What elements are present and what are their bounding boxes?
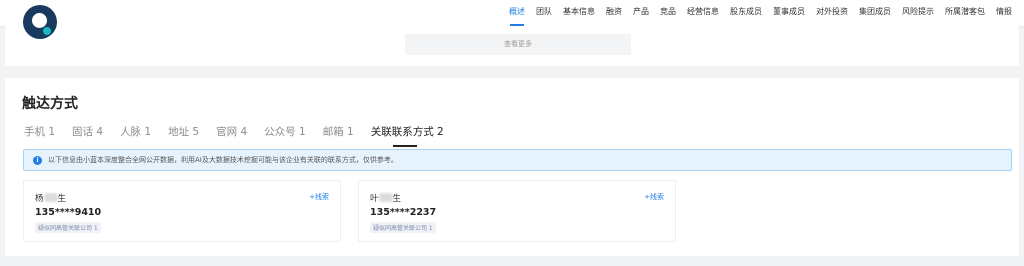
info-notice: i 以下信息由小蓝本深度整合全网公开数据，利用AI及大数据技术挖掘可能与该企业有… — [23, 149, 1012, 171]
tab-connections[interactable]: 人脉 1 — [120, 124, 151, 142]
nav-risk-alerts[interactable]: 风险提示 — [902, 0, 934, 26]
contact-tabs: 手机 1 固话 4 人脉 1 地址 5 官网 4 公众号 1 邮箱 1 关联联系… — [24, 124, 461, 147]
tab-mobile[interactable]: 手机 1 — [24, 124, 55, 142]
view-more-button[interactable]: 查看更多 — [405, 34, 631, 55]
contact-name-prefix: 杨 — [35, 194, 44, 204]
contact-name: 叶生 — [370, 192, 401, 204]
contact-card: 叶生 135****2237 疑似同高管关联公司 1 +线索 — [358, 180, 676, 242]
masked-name — [43, 193, 58, 202]
contact-phone: 135****2237 — [370, 207, 437, 218]
nav-products[interactable]: 产品 — [633, 0, 649, 26]
contact-name: 杨生 — [35, 192, 66, 204]
tab-website[interactable]: 官网 4 — [216, 124, 247, 142]
contact-name-prefix: 叶 — [370, 194, 379, 204]
nav-shareholders[interactable]: 股东成员 — [730, 0, 762, 26]
section-title: 触达方式 — [22, 96, 78, 112]
contact-name-suffix: 生 — [392, 194, 402, 204]
tab-wechat-account[interactable]: 公众号 1 — [264, 124, 306, 142]
contact-name-suffix: 生 — [57, 194, 67, 204]
nav-competitors[interactable]: 竞品 — [660, 0, 676, 26]
add-lead-button[interactable]: +线索 — [309, 192, 329, 202]
logo-ring-inner — [32, 13, 47, 28]
contact-phone: 135****9410 — [35, 207, 102, 218]
nav-lead-packages[interactable]: 所属潜客包 — [945, 0, 985, 26]
relation-badge[interactable]: 疑似同高管关联公司 1 — [35, 222, 101, 233]
nav-business-info[interactable]: 经营信息 — [687, 0, 719, 26]
nav-group-members[interactable]: 集团成员 — [859, 0, 891, 26]
notice-text: 以下信息由小蓝本深度整合全网公开数据，利用AI及大数据技术挖掘可能与该企业有关联… — [48, 156, 398, 164]
tab-related-contacts[interactable]: 关联联系方式 2 — [371, 124, 444, 147]
info-icon: i — [33, 155, 42, 165]
add-lead-button[interactable]: +线索 — [644, 192, 664, 202]
relation-badge[interactable]: 疑似同高管关联公司 1 — [370, 222, 436, 233]
nav-overview[interactable]: 概述 — [509, 0, 525, 26]
section-nav: 概述 团队 基本信息 融资 产品 竞品 经营信息 股东成员 董事成员 对外投资 … — [498, 0, 1012, 26]
tab-landline[interactable]: 固话 4 — [72, 124, 103, 142]
logo-dot — [43, 27, 51, 35]
company-logo[interactable] — [23, 5, 57, 39]
contact-card: 杨生 135****9410 疑似同高管关联公司 1 +线索 — [23, 180, 341, 242]
nav-team[interactable]: 团队 — [536, 0, 552, 26]
tab-address[interactable]: 地址 5 — [168, 124, 199, 142]
nav-directors[interactable]: 董事成员 — [773, 0, 805, 26]
nav-investments[interactable]: 对外投资 — [816, 0, 848, 26]
nav-financing[interactable]: 融资 — [606, 0, 622, 26]
top-navigation-bar: 概述 团队 基本信息 融资 产品 竞品 经营信息 股东成员 董事成员 对外投资 … — [0, 0, 1024, 26]
nav-intelligence[interactable]: 情报 — [996, 0, 1012, 26]
masked-name — [378, 193, 393, 202]
nav-basic-info[interactable]: 基本信息 — [563, 0, 595, 26]
tab-email[interactable]: 邮箱 1 — [323, 124, 354, 142]
